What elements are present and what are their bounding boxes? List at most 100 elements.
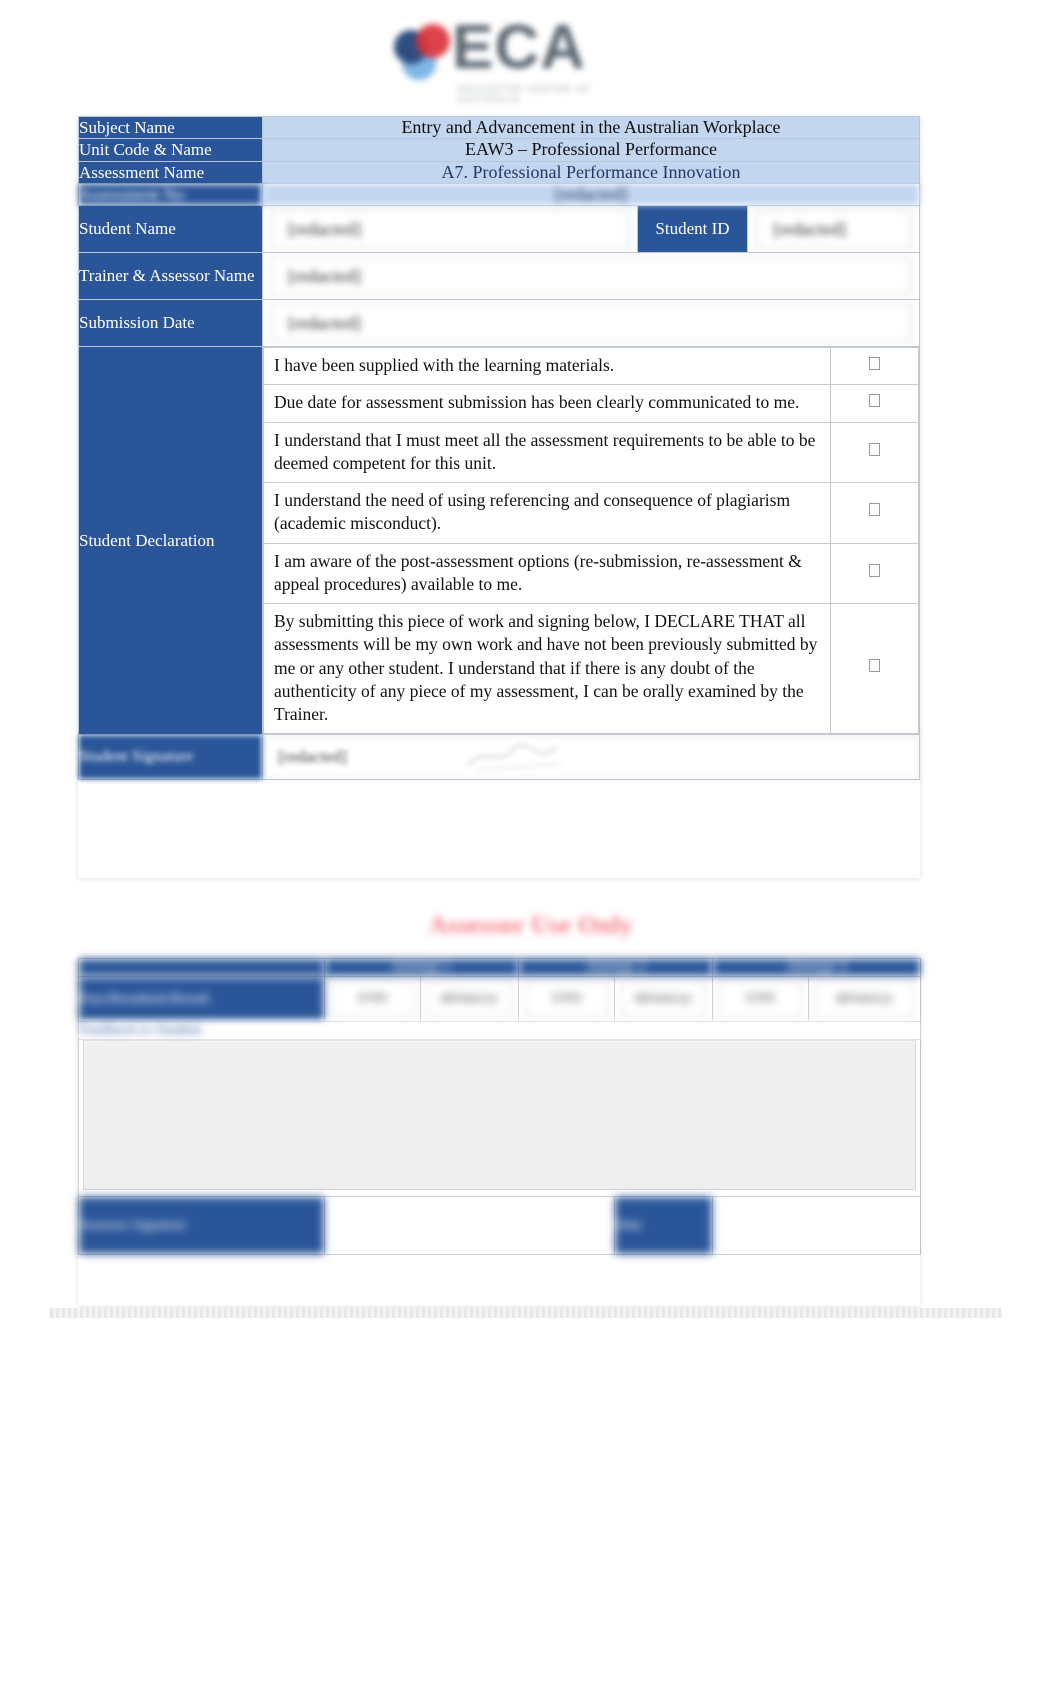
assessor-feedback-row: [77, 1039, 922, 1197]
assessor-signature-label: Assessor Signature: [78, 1196, 325, 1255]
student-signature-value: [redacted]: [278, 747, 347, 767]
assessor-header-row: Attempt 1 Attempt 2 Attempt 3: [78, 958, 922, 977]
declaration-checkbox-4[interactable]: [830, 482, 919, 544]
declaration-checkbox-3[interactable]: [830, 421, 919, 484]
declaration-item-text: By submitting this piece of work and sig…: [263, 603, 831, 735]
field-cell-submission-date[interactable]: [redacted]: [262, 299, 920, 347]
declaration-row: I understand the need of using referenci…: [263, 482, 919, 544]
assessor-feedback-textarea[interactable]: [83, 1040, 917, 1190]
assessor-date-field[interactable]: [712, 1196, 922, 1255]
assessor-feedback-cell[interactable]: [77, 1039, 922, 1197]
table-row-student-declaration: Student Declaration I have been supplied…: [78, 345, 920, 736]
declaration-item-text: I am aware of the post-assessment option…: [263, 542, 831, 605]
assessor-cell-attempt3-result[interactable]: S/NS: [712, 976, 810, 1022]
label-assessment-no: Assessment No: [78, 182, 263, 207]
label-student-declaration: Student Declaration: [78, 345, 263, 736]
declaration-checkbox-6[interactable]: [830, 603, 919, 735]
cover-details-table: Subject Name Entry and Advancement in th…: [78, 115, 920, 781]
assessor-cell-attempt2-result[interactable]: S/NS: [518, 976, 616, 1022]
assessor-signature-row: Assessor Signature Date: [78, 1196, 922, 1255]
declaration-checkbox-1[interactable]: [830, 346, 919, 386]
assessor-use-only-heading: Assessor Use Only: [429, 912, 633, 939]
assessor-value-attempt1-result[interactable]: S/NS: [331, 980, 414, 1018]
table-row-student-signature: Student Signature [redacted]: [78, 734, 920, 781]
assessor-result-label: Pass/Resubmit/Result: [78, 976, 325, 1022]
assessor-cell-attempt1-date[interactable]: dd/mm/yy: [419, 976, 520, 1022]
declaration-row: I understand that I must meet all the as…: [263, 421, 919, 484]
table-row-assessment-name: Assessment Name A7. Professional Perform…: [78, 160, 920, 184]
value-unit-code-name: EAW3 – Professional Performance: [262, 138, 920, 162]
field-cell-student-id[interactable]: [redacted]: [747, 205, 920, 253]
logo-wordmark: ECA: [452, 13, 586, 82]
logo-blob-red-icon: [416, 24, 450, 58]
field-cell-student-name[interactable]: [redacted]: [262, 205, 638, 253]
assessor-feedback-label: Feedback to Student: [77, 1021, 922, 1040]
label-student-id: Student ID: [637, 205, 748, 253]
checkbox-icon[interactable]: [869, 393, 880, 407]
declaration-checkbox-5[interactable]: [830, 542, 919, 605]
table-row-assessment-no: Assessment No [redacted]: [78, 182, 920, 207]
table-row-submission-date: Submission Date [redacted]: [78, 299, 920, 347]
assessor-header-attempt-3: Attempt 3: [712, 958, 922, 977]
declaration-list-cell: I have been supplied with the learning m…: [262, 345, 920, 736]
declaration-item-text: I understand the need of using referenci…: [263, 482, 831, 544]
declaration-item-text: I understand that I must meet all the as…: [263, 421, 831, 484]
checkbox-icon[interactable]: [869, 356, 880, 370]
declaration-items-table: I have been supplied with the learning m…: [263, 346, 919, 735]
trainer-assessor-name-input[interactable]: [redacted]: [271, 257, 911, 295]
student-name-input[interactable]: [redacted]: [271, 210, 629, 248]
label-trainer-assessor-name: Trainer & Assessor Name: [78, 252, 263, 300]
eca-logo-mark-icon: [392, 20, 458, 82]
page-bottom-edge: [50, 1308, 1002, 1318]
checkbox-icon[interactable]: [869, 503, 880, 517]
value-subject-name: Entry and Advancement in the Australian …: [262, 115, 920, 140]
checkbox-icon[interactable]: [869, 442, 880, 456]
label-subject-name: Subject Name: [78, 115, 263, 140]
assessor-feedback-label-row: Feedback to Student: [77, 1021, 922, 1040]
assessor-header-attempt-2: Attempt 2: [518, 958, 714, 977]
label-unit-code-name: Unit Code & Name: [78, 138, 263, 162]
declaration-row: I am aware of the post-assessment option…: [263, 542, 919, 605]
assessor-cell-attempt3-date[interactable]: dd/mm/yy: [808, 976, 922, 1022]
value-assessment-no: [redacted]: [262, 182, 920, 207]
assessor-result-row: Pass/Resubmit/Result S/NS dd/mm/yy S/NS …: [78, 976, 922, 1022]
declaration-checkbox-2[interactable]: [830, 384, 919, 423]
assessor-signature-field[interactable]: [323, 1196, 616, 1255]
label-student-name: Student Name: [78, 205, 263, 253]
assessor-header-attempt-1: Attempt 1: [323, 958, 520, 977]
logo-tagline: EDUCATION CENTRE OF AUSTRALIA: [458, 84, 592, 104]
student-signature-input[interactable]: [redacted]: [263, 735, 919, 780]
signature-scribble-icon: [467, 744, 561, 772]
assessor-use-only-table: Attempt 1 Attempt 2 Attempt 3 Pass/Resub…: [77, 958, 922, 1255]
table-row-trainer-name: Trainer & Assessor Name [redacted]: [78, 252, 920, 300]
table-row-student-name: Student Name [redacted] Student ID [reda…: [78, 205, 920, 253]
assessor-value-attempt2-result[interactable]: S/NS: [525, 980, 609, 1018]
assessor-date-label: Date: [614, 1196, 714, 1255]
assessor-value-attempt1-date[interactable]: dd/mm/yy: [427, 980, 513, 1018]
assessor-value-attempt3-date[interactable]: dd/mm/yy: [815, 980, 915, 1018]
assessor-cell-attempt1-result[interactable]: S/NS: [324, 976, 421, 1022]
checkbox-icon[interactable]: [869, 563, 880, 577]
assessor-value-attempt2-date[interactable]: dd/mm/yy: [621, 980, 707, 1018]
declaration-row: Due date for assessment submission has b…: [263, 384, 919, 423]
assessor-header-blank: [78, 958, 325, 977]
assessment-cover-page: ECA EDUCATION CENTRE OF AUSTRALIA Subjec…: [0, 0, 1062, 1689]
declaration-row: By submitting this piece of work and sig…: [263, 603, 919, 735]
value-assessment-name: A7. Professional Performance Innovation: [262, 160, 920, 184]
assessor-value-attempt3-result[interactable]: S/NS: [719, 980, 803, 1018]
submission-date-input[interactable]: [redacted]: [271, 304, 911, 342]
table-row-unit-code: Unit Code & Name EAW3 – Professional Per…: [78, 138, 920, 162]
field-cell-student-signature[interactable]: [redacted]: [262, 734, 920, 781]
assessor-cell-attempt2-date[interactable]: dd/mm/yy: [614, 976, 714, 1022]
declaration-row: I have been supplied with the learning m…: [263, 346, 919, 386]
table-row-subject-name: Subject Name Entry and Advancement in th…: [78, 115, 920, 140]
declaration-item-text: Due date for assessment submission has b…: [263, 384, 831, 423]
field-cell-trainer-name[interactable]: [redacted]: [262, 252, 920, 300]
label-submission-date: Submission Date: [78, 299, 263, 347]
label-assessment-name: Assessment Name: [78, 160, 263, 184]
student-id-input[interactable]: [redacted]: [756, 210, 911, 248]
eca-logo: ECA EDUCATION CENTRE OF AUSTRALIA: [382, 8, 612, 104]
checkbox-icon[interactable]: [869, 659, 880, 673]
declaration-item-text: I have been supplied with the learning m…: [263, 346, 831, 386]
label-student-signature: Student Signature: [78, 734, 263, 781]
